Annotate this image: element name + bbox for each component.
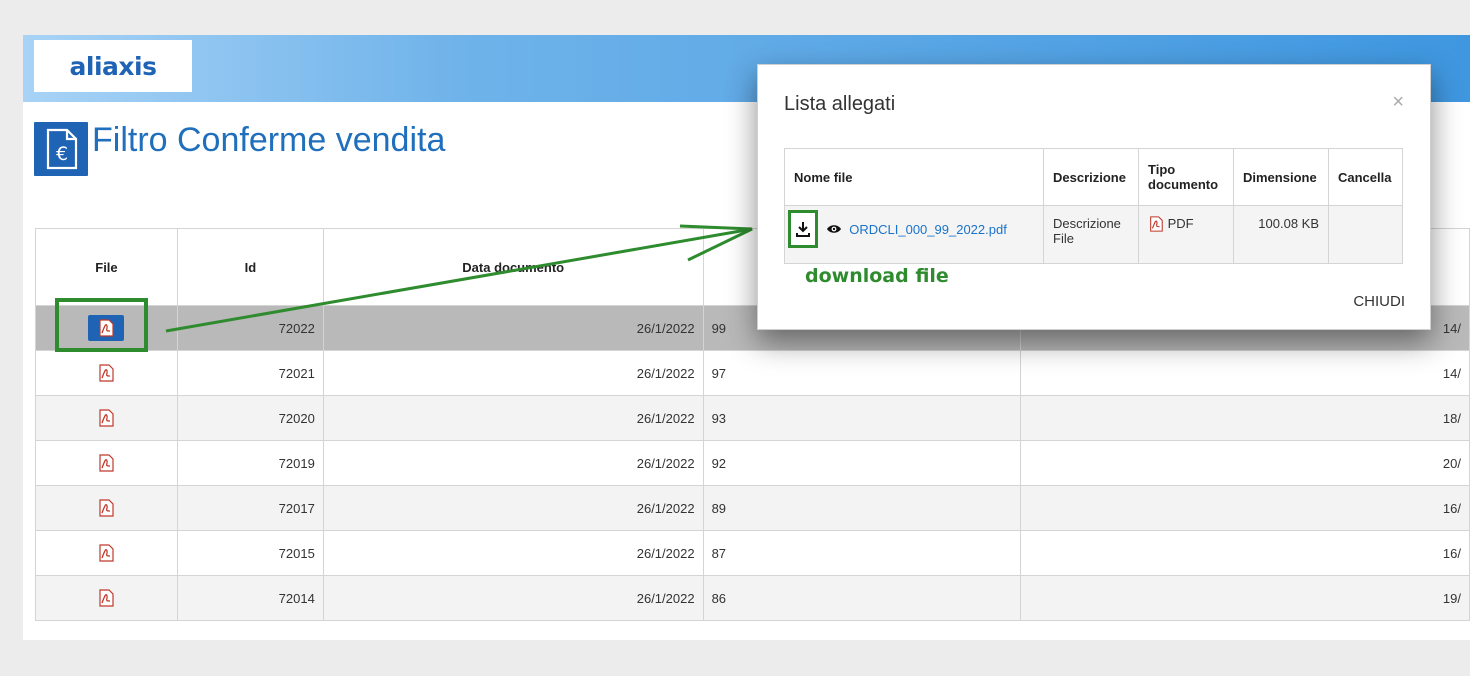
date-cell: 26/1/2022	[322, 395, 704, 441]
document-euro-icon: €	[34, 122, 88, 176]
id-cell: 72022	[176, 305, 324, 351]
page-title: Filtro Conferme vendita	[92, 121, 446, 159]
file-cell[interactable]	[35, 485, 178, 531]
id-cell: 72021	[176, 350, 324, 396]
file-cell[interactable]	[35, 575, 178, 621]
tail-cell: 19/	[1020, 575, 1470, 621]
table-row[interactable]: 72015 26/1/2022 87 16/	[35, 530, 1470, 576]
date-cell: 26/1/2022	[322, 350, 704, 396]
col-header-id[interactable]: Id	[176, 228, 324, 306]
pdf-file-icon[interactable]	[97, 499, 115, 517]
number-cell: 92	[702, 440, 1022, 486]
number-cell: 93	[702, 395, 1022, 441]
pdf-file-icon[interactable]	[97, 544, 115, 562]
file-cell[interactable]	[35, 350, 178, 396]
description-cell: Descrizione File	[1043, 205, 1139, 264]
tail-cell: 14/	[1020, 350, 1470, 396]
table-row[interactable]: 72020 26/1/2022 93 18/	[35, 395, 1470, 441]
highlight-box	[55, 298, 148, 352]
tail-cell: 16/	[1020, 530, 1470, 576]
modal-title: Lista allegati	[784, 93, 896, 115]
id-cell: 72020	[176, 395, 324, 441]
pdf-file-icon	[1150, 216, 1163, 232]
attachment-row: ORDCLI_000_99_2022.pdf Descrizione File …	[784, 205, 1403, 264]
number-cell: 89	[702, 485, 1022, 531]
pdf-file-icon[interactable]	[97, 589, 115, 607]
col-header-file[interactable]: File	[35, 228, 178, 306]
attachments-table: Nome file Descrizione Tipo documento Dim…	[784, 148, 1403, 264]
col-header-descrizione: Descrizione	[1043, 148, 1139, 206]
delete-cell[interactable]	[1328, 205, 1403, 264]
tail-cell: 18/	[1020, 395, 1470, 441]
doc-type-cell: PDF	[1138, 205, 1234, 264]
number-cell: 86	[702, 575, 1022, 621]
file-cell[interactable]	[35, 530, 178, 576]
download-annotation-label: download file	[805, 265, 949, 287]
date-cell: 26/1/2022	[322, 305, 704, 351]
number-cell: 97	[702, 350, 1022, 396]
pdf-file-icon[interactable]	[97, 364, 115, 382]
table-row[interactable]: 72021 26/1/2022 97 14/	[35, 350, 1470, 396]
tail-cell: 20/	[1020, 440, 1470, 486]
date-cell: 26/1/2022	[322, 485, 704, 531]
tail-cell: 16/	[1020, 485, 1470, 531]
number-cell: 87	[702, 530, 1022, 576]
col-header-nome-file: Nome file	[784, 148, 1044, 206]
date-cell: 26/1/2022	[322, 530, 704, 576]
col-header-tipo-documento: Tipo documento	[1138, 148, 1234, 206]
col-header-dimensione: Dimensione	[1233, 148, 1329, 206]
pdf-file-icon[interactable]	[97, 454, 115, 472]
table-row[interactable]: 72019 26/1/2022 92 20/	[35, 440, 1470, 486]
file-name-link[interactable]: ORDCLI_000_99_2022.pdf	[849, 222, 1007, 237]
attachments-header-row: Nome file Descrizione Tipo documento Dim…	[784, 148, 1403, 206]
logo[interactable]: aliaxis	[34, 40, 192, 92]
id-cell: 72017	[176, 485, 324, 531]
size-cell: 100.08 KB	[1233, 205, 1329, 264]
id-cell: 72014	[176, 575, 324, 621]
download-icon	[796, 222, 810, 237]
col-header-data-documento[interactable]: Data documento	[322, 228, 704, 306]
id-cell: 72019	[176, 440, 324, 486]
file-name-cell: ORDCLI_000_99_2022.pdf	[784, 205, 1044, 264]
download-button[interactable]	[788, 210, 818, 248]
table-row[interactable]: 72017 26/1/2022 89 16/	[35, 485, 1470, 531]
svg-text:€: €	[56, 143, 68, 165]
doc-type-label: PDF	[1167, 216, 1194, 231]
id-cell: 72015	[176, 530, 324, 576]
file-cell[interactable]	[35, 440, 178, 486]
attachments-modal: Lista allegati × Nome file Descrizione T…	[757, 64, 1431, 330]
file-cell[interactable]	[35, 395, 178, 441]
table-row[interactable]: 72014 26/1/2022 86 19/	[35, 575, 1470, 621]
logo-text: aliaxis	[69, 51, 157, 81]
col-header-cancella: Cancella	[1328, 148, 1403, 206]
date-cell: 26/1/2022	[322, 575, 704, 621]
close-button[interactable]: CHIUDI	[1353, 293, 1405, 310]
date-cell: 26/1/2022	[322, 440, 704, 486]
eye-icon[interactable]	[826, 223, 842, 235]
pdf-file-icon[interactable]	[97, 409, 115, 427]
close-icon[interactable]: ×	[1392, 91, 1404, 114]
